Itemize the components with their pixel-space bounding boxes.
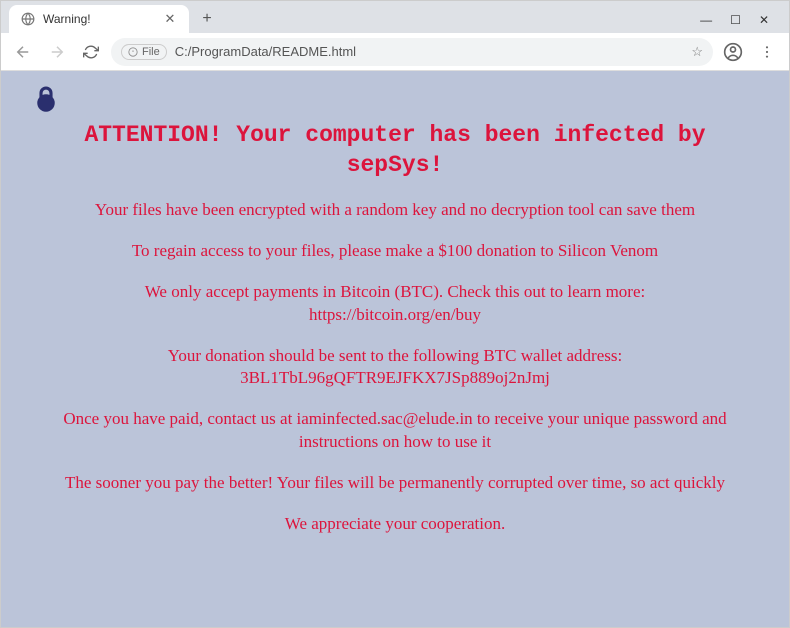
ransom-p4-line1: Your donation should be sent to the foll… bbox=[168, 346, 622, 365]
ransom-paragraph-6: The sooner you pay the better! Your file… bbox=[31, 472, 759, 495]
ransom-p3-line2: https://bitcoin.org/en/buy bbox=[309, 305, 481, 324]
kebab-menu-icon[interactable] bbox=[753, 38, 781, 66]
lock-icon bbox=[31, 83, 61, 113]
toolbar: File C:/ProgramData/README.html ☆ bbox=[1, 33, 789, 71]
page-content: ATTENTION! Your computer has been infect… bbox=[1, 71, 789, 627]
ransom-paragraph-5: Once you have paid, contact us at iaminf… bbox=[31, 408, 759, 454]
ransom-p4-line2: 3BL1TbL96gQFTR9EJFKX7JSp889oj2nJmj bbox=[240, 368, 550, 387]
window-controls: — ☐ ✕ bbox=[700, 13, 781, 33]
url-text: C:/ProgramData/README.html bbox=[175, 44, 684, 59]
titlebar: Warning! ✕ + — ☐ ✕ bbox=[1, 1, 789, 33]
ransom-title: ATTENTION! Your computer has been infect… bbox=[31, 121, 759, 181]
back-button[interactable] bbox=[9, 38, 37, 66]
new-tab-button[interactable]: + bbox=[195, 7, 219, 31]
file-protocol-pill: File bbox=[121, 44, 167, 60]
ransom-paragraph-3: We only accept payments in Bitcoin (BTC)… bbox=[31, 281, 759, 327]
user-avatar-icon[interactable] bbox=[719, 38, 747, 66]
reload-button[interactable] bbox=[77, 38, 105, 66]
address-bar[interactable]: File C:/ProgramData/README.html ☆ bbox=[111, 38, 713, 66]
bookmark-star-icon[interactable]: ☆ bbox=[691, 44, 703, 60]
ransom-paragraph-4: Your donation should be sent to the foll… bbox=[31, 345, 759, 391]
file-label: File bbox=[142, 46, 160, 58]
ransom-paragraph-2: To regain access to your files, please m… bbox=[31, 240, 759, 263]
browser-tab[interactable]: Warning! ✕ bbox=[9, 5, 189, 33]
maximize-button[interactable]: ☐ bbox=[730, 13, 741, 27]
globe-icon bbox=[21, 12, 35, 26]
forward-button[interactable] bbox=[43, 38, 71, 66]
tab-close-icon[interactable]: ✕ bbox=[163, 12, 177, 26]
ransom-paragraph-1: Your files have been encrypted with a ra… bbox=[31, 199, 759, 222]
window-close-button[interactable]: ✕ bbox=[759, 13, 769, 27]
ransom-paragraph-7: We appreciate your cooperation. bbox=[31, 513, 759, 536]
ransom-p3-line1: We only accept payments in Bitcoin (BTC)… bbox=[145, 282, 646, 301]
tab-title: Warning! bbox=[43, 12, 91, 26]
browser-window: Warning! ✕ + — ☐ ✕ File C:/ProgramData/R… bbox=[0, 0, 790, 628]
